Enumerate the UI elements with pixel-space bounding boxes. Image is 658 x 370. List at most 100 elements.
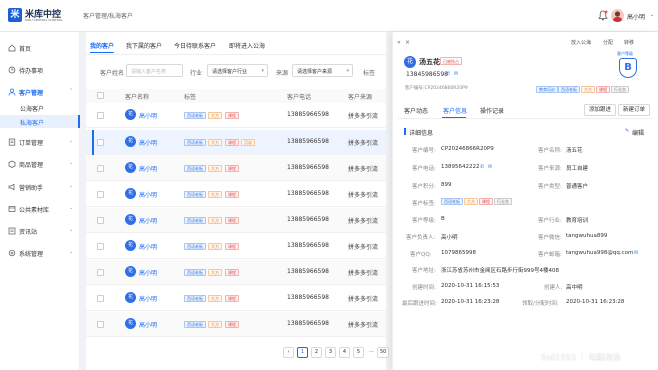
row-checkbox[interactable] xyxy=(97,269,104,276)
username[interactable]: 高小明 xyxy=(627,12,645,21)
tab-operation-log[interactable]: 操作记录 xyxy=(480,106,504,115)
move-to-public-button[interactable]: 放入公海 xyxy=(571,39,591,46)
tag-badge: 沉淀 xyxy=(241,139,255,146)
row-checkbox[interactable] xyxy=(97,112,104,119)
edit-icon[interactable]: ✎ xyxy=(625,128,629,134)
row-checkbox[interactable] xyxy=(97,217,104,224)
customer-name-link[interactable]: 高小明 xyxy=(139,268,157,277)
table-row[interactable]: 花 高小明 西语老板 大方 课程 13885966598 拼多多引流 xyxy=(86,208,386,233)
edit-button[interactable]: 编辑 xyxy=(632,128,644,137)
row-checkbox[interactable] xyxy=(97,165,104,172)
tag-badge: 西语老板 xyxy=(184,217,206,224)
sidebar-item-library[interactable]: 公共素材库 ⌄ xyxy=(0,202,80,216)
tab-contact-today[interactable]: 今日待联系客户 xyxy=(174,41,216,50)
table-row[interactable]: 花 高小明 西语老板 大方 课程 13885966598 拼多多引流 xyxy=(86,156,386,181)
new-order-button[interactable]: 新建订单 xyxy=(618,104,651,116)
close-icon[interactable]: × xyxy=(405,39,410,46)
sidebar-item-marketing[interactable]: 营销助手 ⌄ xyxy=(0,180,80,194)
app-logo[interactable]: 米 米库中控 MIKU CENTRAL CONTROL xyxy=(8,6,68,26)
table-row[interactable]: 花 高小明 西语老板 大方 课程 13885966598 拼多多引流 xyxy=(86,260,386,285)
row-checkbox[interactable] xyxy=(97,321,104,328)
customer-name-link[interactable]: 高小明 xyxy=(139,138,157,147)
user-avatar[interactable] xyxy=(611,9,624,22)
field-value: 899 xyxy=(441,182,452,188)
field-value: 汤五花 xyxy=(566,148,583,154)
table-row[interactable]: 花 高小明 西语老板 大方 课程 13885966598 拼多多引流 xyxy=(86,286,386,311)
customer-name-link[interactable]: 高小明 xyxy=(139,164,157,173)
tab-entering-public[interactable]: 即将进入公海 xyxy=(229,41,265,50)
system-icon xyxy=(8,249,16,257)
phone-icon[interactable]: ✆ xyxy=(480,164,484,170)
tag-badge: 大方 xyxy=(208,191,222,198)
customer-avatar: 花 xyxy=(125,266,136,277)
select-all-checkbox[interactable] xyxy=(97,92,104,99)
mail-icon[interactable]: ✉ xyxy=(634,250,638,256)
customer-avatar: 花 xyxy=(125,109,136,120)
tag-badge: 西语老板 xyxy=(184,321,206,328)
tab-customer-activity[interactable]: 客户动态 xyxy=(404,106,428,115)
page-button[interactable]: 50 xyxy=(377,347,390,358)
tag-badge: 西语老板 xyxy=(184,243,206,250)
prev-page-button[interactable]: ‹ xyxy=(283,347,294,358)
sidebar-item-home[interactable]: 首页 xyxy=(0,41,80,55)
row-checkbox[interactable] xyxy=(97,243,104,250)
customer-name-link[interactable]: 高小明 xyxy=(139,190,157,199)
row-checkbox[interactable] xyxy=(97,191,104,198)
sidebar-item-customers[interactable]: 客户管理 ⌃ xyxy=(0,85,80,99)
sidebar-item-news[interactable]: 资讯站 ⌄ xyxy=(0,224,80,238)
field-label: 客户QQ: xyxy=(410,252,432,258)
customer-avatar: 花 xyxy=(125,214,136,225)
page-button[interactable]: 3 xyxy=(325,347,336,358)
customer-source: 拼多多引流 xyxy=(348,192,379,199)
tabs-divider xyxy=(398,118,652,119)
table-row[interactable]: 花 高小明 西语老板 大方 课程 13885966598 拼多多引流 xyxy=(86,312,386,337)
row-checkbox[interactable] xyxy=(97,139,104,146)
tag-badge: 课程 xyxy=(225,295,239,302)
drawer-customer-avatar: 花 xyxy=(404,56,416,68)
sidebar-subitem-private[interactable]: 私海客户 xyxy=(0,115,80,128)
tag-badge: 大方 xyxy=(581,86,595,93)
page-button[interactable]: 5 xyxy=(353,347,364,358)
customer-name-link[interactable]: 高小明 xyxy=(139,320,157,329)
page-button[interactable]: 1 xyxy=(297,347,308,358)
tag-badge: 课程 xyxy=(479,198,493,205)
tab-customer-info[interactable]: 客户信息 xyxy=(443,106,467,115)
table-row[interactable]: 花 高小明 西语老板 大方 课程 沉淀 13885966598 拼多多引流 xyxy=(86,130,386,155)
section-title: 详细信息 xyxy=(409,130,434,137)
sidebar-item-todo[interactable]: 待办事项 xyxy=(0,63,80,77)
industry-select[interactable]: 请选择客户行业 xyxy=(207,64,268,77)
assign-button[interactable]: 分配 xyxy=(603,39,613,46)
sidebar-item-orders[interactable]: 订单管理 ⌄ xyxy=(0,135,80,149)
drawer-collapse-icon[interactable]: « xyxy=(397,39,401,46)
source-select[interactable]: 请选择客户来源 xyxy=(292,64,353,77)
tag-badge: 大方 xyxy=(208,139,222,146)
customer-name-link[interactable]: 高小明 xyxy=(139,216,157,225)
bell-icon[interactable] xyxy=(598,10,608,21)
add-follow-up-button[interactable]: 添加跟进 xyxy=(584,104,617,116)
mail-icon[interactable]: ✉ xyxy=(488,164,492,170)
field-label: 客户编号: xyxy=(412,148,436,154)
sidebar-item-system[interactable]: 系统管理 ⌄ xyxy=(0,246,80,260)
field-value: 普通客户 xyxy=(566,184,589,190)
sidebar-subitem-public[interactable]: 公海客户 xyxy=(0,101,80,114)
row-checkbox[interactable] xyxy=(97,295,104,302)
mail-icon[interactable]: ✉ xyxy=(454,71,458,77)
logo-mark: 米 xyxy=(8,8,22,22)
tag-badge: 教育培训 xyxy=(536,86,558,93)
page-button[interactable]: 2 xyxy=(311,347,322,358)
transfer-button[interactable]: 转移 xyxy=(624,39,634,46)
chevron-down-icon[interactable]: ⌄ xyxy=(650,12,654,18)
table-row[interactable]: 花 高小明 西语老板 大方 课程 13885966598 拼多多引流 xyxy=(86,234,386,259)
sidebar-item-goods[interactable]: 商品管理 ⌄ xyxy=(0,157,80,171)
customer-name-link[interactable]: 高小明 xyxy=(139,242,157,251)
customer-name-link[interactable]: 高小明 xyxy=(139,294,157,303)
customer-name-link[interactable]: 高小明 xyxy=(139,111,157,120)
page-button[interactable]: 4 xyxy=(339,347,350,358)
table-row[interactable]: 花 高小明 西语老板 大方 课程 13885966598 拼多多引流 xyxy=(86,103,386,128)
table-row[interactable]: 花 高小明 西语老板 大方 课程 13885966598 拼多多引流 xyxy=(86,182,386,207)
phone-icon[interactable]: ✆ xyxy=(446,71,450,77)
tab-subordinate-customers[interactable]: 我下属的客户 xyxy=(126,41,162,50)
sidebar-subitem-label: 私海客户 xyxy=(20,120,45,127)
tab-my-customers[interactable]: 我的客户 xyxy=(90,41,114,50)
customer-name-input[interactable]: 请输入客户名称 xyxy=(126,64,183,77)
